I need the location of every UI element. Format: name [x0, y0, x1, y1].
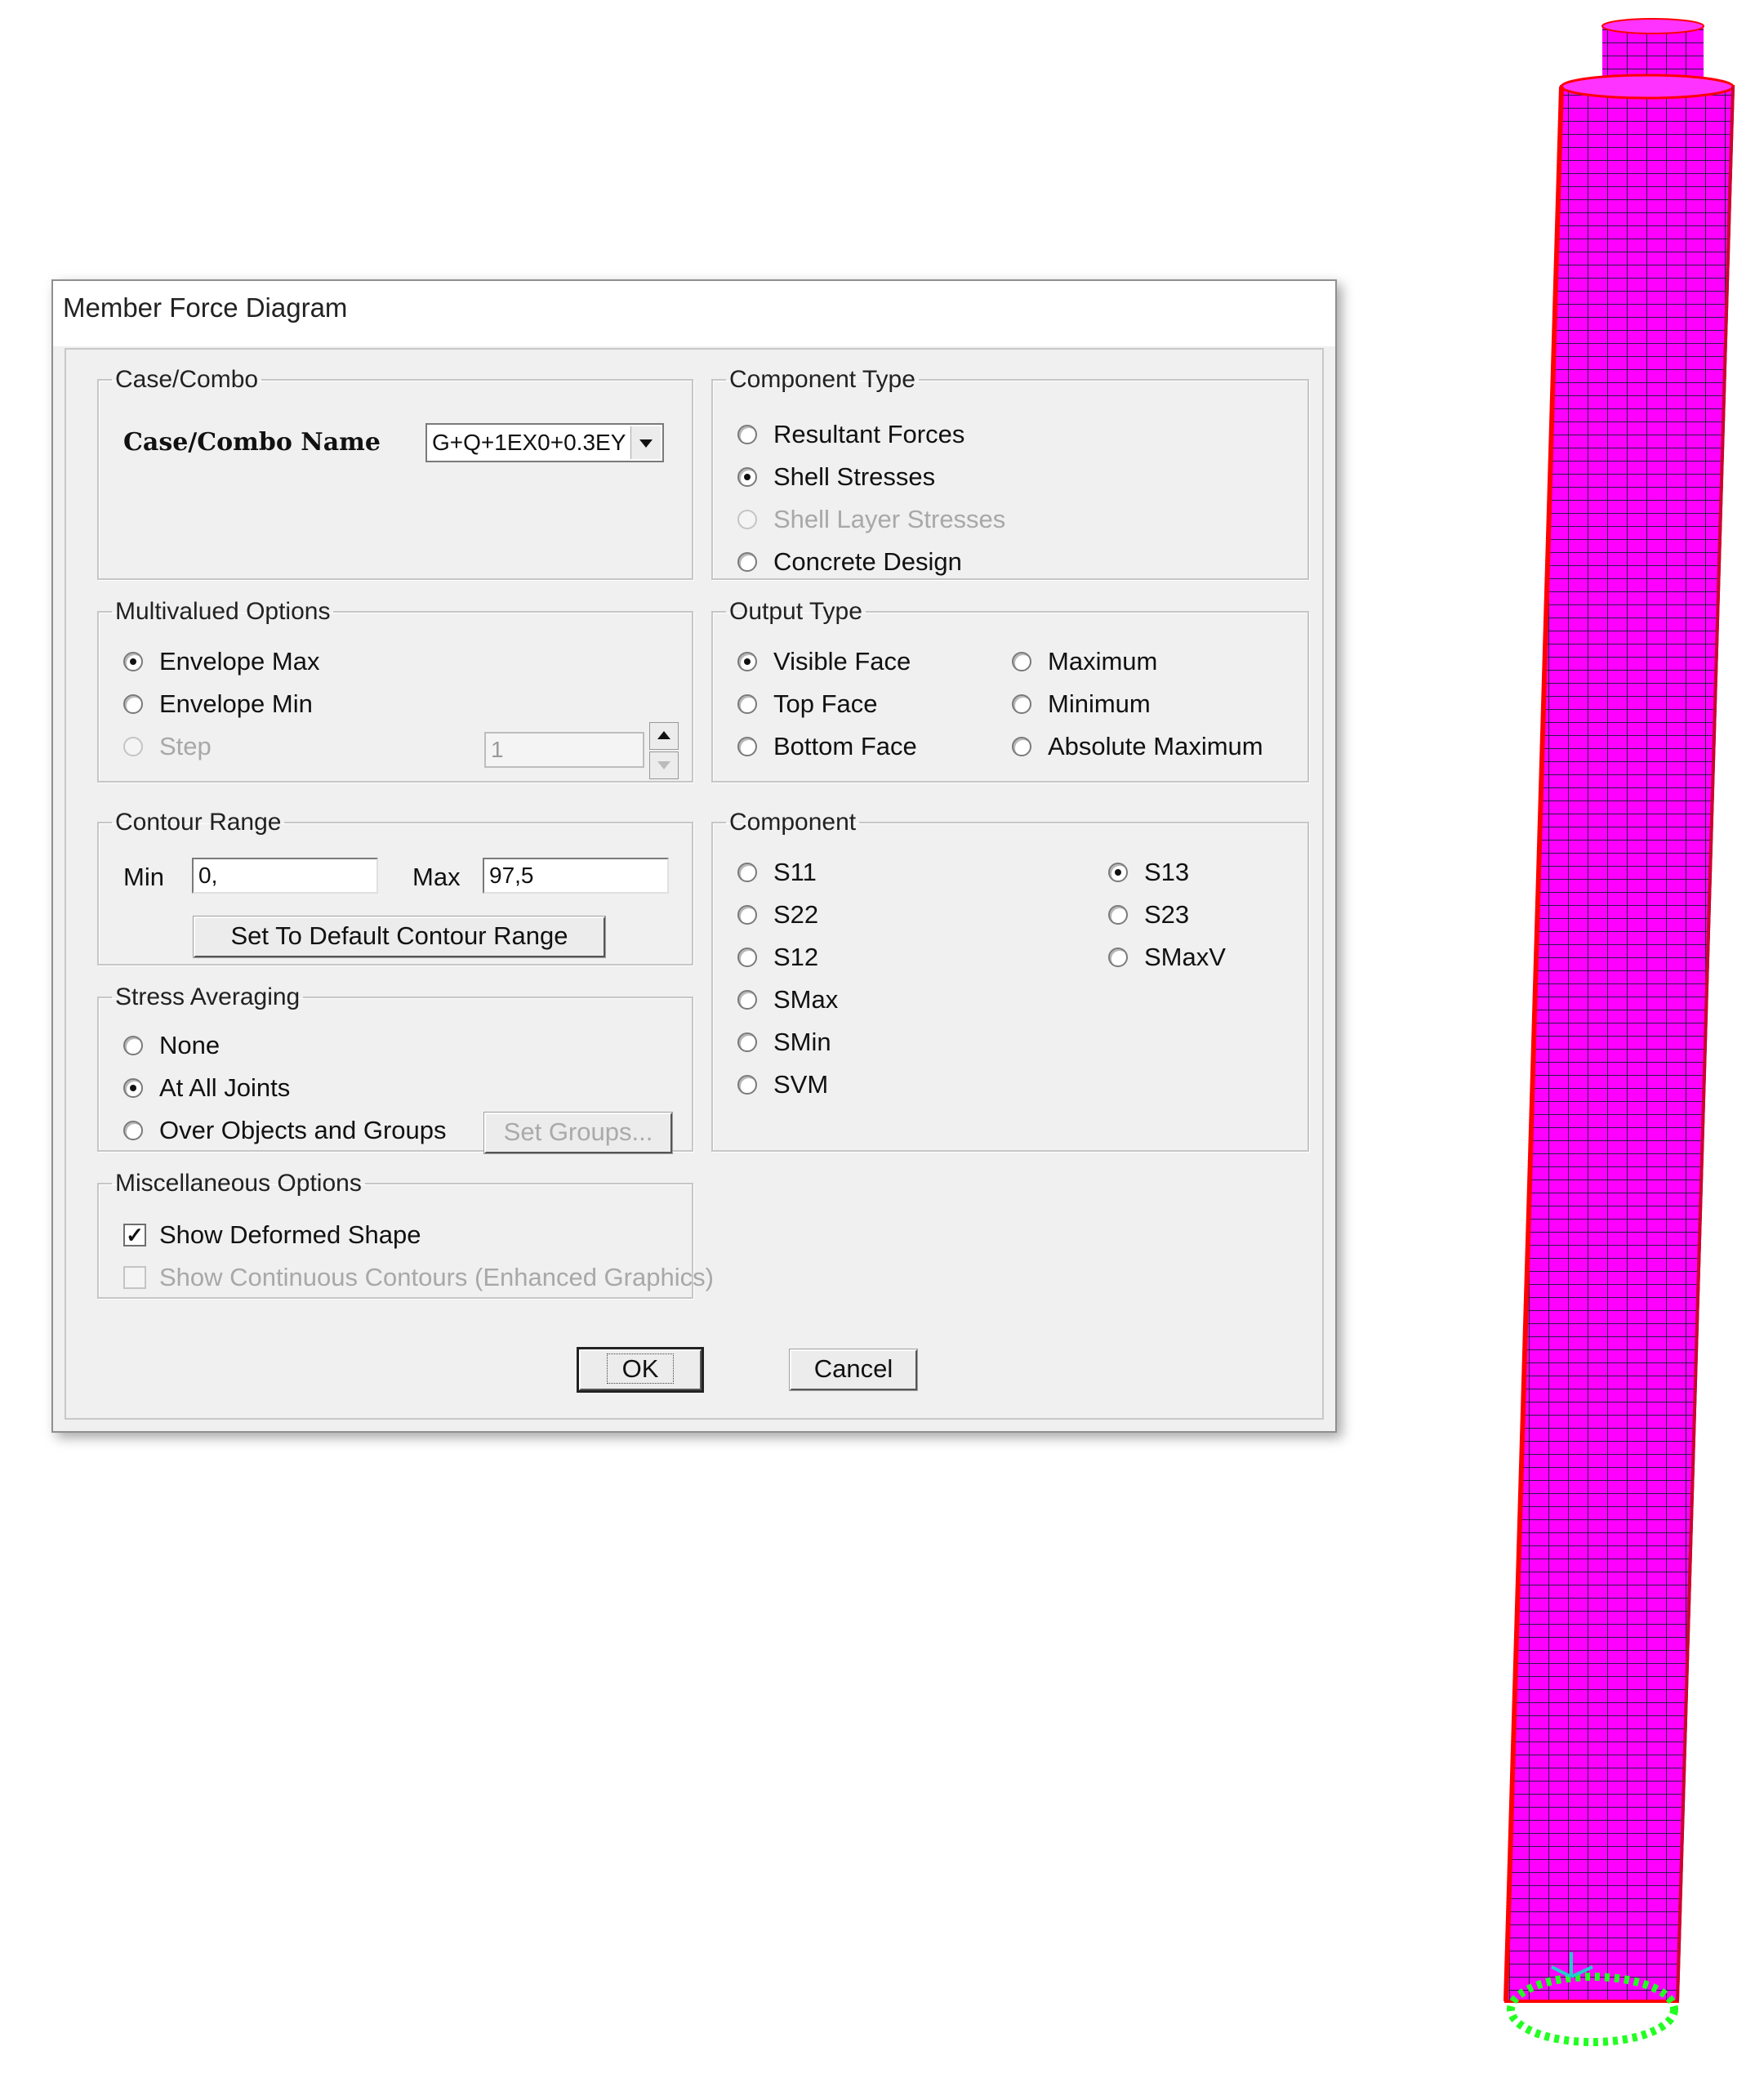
- contour-range-group: Contour Range Min 0, Max 97,5 Set To Def…: [97, 809, 693, 965]
- label-show-deformed-shape: Show Deformed Shape: [159, 1220, 421, 1249]
- output-type-legend: Output Type: [729, 598, 862, 625]
- label-over-objects-and-groups: Over Objects and Groups: [159, 1116, 447, 1144]
- radio-shell-stresses[interactable]: [737, 467, 757, 487]
- radio-smaxv[interactable]: [1108, 948, 1128, 967]
- label-at-all-joints: At All Joints: [159, 1073, 291, 1102]
- radio-at-all-joints[interactable]: [123, 1078, 143, 1098]
- step-input: 1: [484, 732, 644, 768]
- label-shell-stresses: Shell Stresses: [773, 462, 936, 491]
- label-show-continuous-contours: Show Continuous Contours (Enhanced Graph…: [159, 1263, 714, 1291]
- title-bar[interactable]: Member Force Diagram: [53, 281, 1335, 346]
- chevron-down-icon[interactable]: [630, 426, 661, 459]
- radio-visible-face[interactable]: [737, 652, 757, 671]
- label-svm: SVM: [773, 1070, 829, 1099]
- ok-button-label: OK: [606, 1353, 675, 1384]
- min-label: Min: [123, 863, 164, 891]
- radio-envelope-max[interactable]: [123, 652, 143, 671]
- stress-averaging-legend: Stress Averaging: [115, 983, 301, 1010]
- set-groups-button: Set Groups...: [483, 1112, 673, 1154]
- label-s13: S13: [1144, 858, 1190, 886]
- radio-step: [123, 737, 143, 756]
- case-combo-group: Case/Combo Case/Combo Name G+Q+1EX0+0.3E…: [97, 366, 693, 580]
- radio-shell-layer-stresses: [737, 510, 757, 529]
- window-title: Member Force Diagram: [63, 292, 348, 323]
- radio-resultant-forces[interactable]: [737, 425, 757, 444]
- case-combo-name-label: Case/Combo Name: [123, 428, 381, 457]
- radio-over-objects-and-groups[interactable]: [123, 1121, 143, 1140]
- top-cap: [1601, 18, 1704, 34]
- step-spinner: [649, 722, 679, 779]
- label-resultant-forces: Resultant Forces: [773, 420, 965, 448]
- label-maximum: Maximum: [1048, 647, 1158, 676]
- label-envelope-min: Envelope Min: [159, 689, 313, 718]
- label-smin: SMin: [773, 1028, 831, 1056]
- component-group: Component S11 S22 S12 SMax SMin SVM S13 …: [711, 809, 1309, 1152]
- radio-minimum[interactable]: [1012, 694, 1031, 714]
- label-smaxv: SMaxV: [1144, 943, 1226, 971]
- multivalued-options-legend: Multivalued Options: [115, 598, 331, 625]
- output-type-group: Output Type Visible Face Top Face Bottom…: [711, 598, 1309, 783]
- radio-smin[interactable]: [737, 1032, 757, 1052]
- member-force-diagram-dialog: Member Force Diagram Case/Combo Case/Com…: [51, 279, 1337, 1433]
- contour-min-input[interactable]: 0,: [192, 858, 378, 894]
- label-visible-face: Visible Face: [773, 647, 911, 676]
- miscellaneous-options-legend: Miscellaneous Options: [115, 1170, 362, 1197]
- set-default-contour-range-button[interactable]: Set To Default Contour Range: [193, 916, 606, 958]
- show-continuous-contours-checkbox: [123, 1266, 146, 1289]
- component-type-group: Component Type Resultant Forces Shell St…: [711, 366, 1309, 580]
- miscellaneous-options-group: Miscellaneous Options ✓ Show Deformed Sh…: [97, 1170, 714, 1299]
- label-none: None: [159, 1031, 220, 1059]
- main-shell-mesh: [1503, 85, 1735, 2003]
- label-absolute-maximum: Absolute Maximum: [1048, 732, 1263, 760]
- case-combo-selected-value: G+Q+1EX0+0.3EY: [432, 430, 626, 455]
- radio-smax[interactable]: [737, 990, 757, 1010]
- label-smax: SMax: [773, 985, 839, 1014]
- column-main-shell: [1503, 74, 1735, 2003]
- label-s12: S12: [773, 943, 819, 971]
- stress-averaging-group: Stress Averaging None At All Joints Over…: [97, 983, 693, 1154]
- column-top-segment: [1601, 18, 1704, 82]
- radio-top-face[interactable]: [737, 694, 757, 714]
- component-type-legend: Component Type: [729, 366, 915, 393]
- radio-s13[interactable]: [1108, 863, 1128, 882]
- label-step: Step: [159, 732, 212, 760]
- contour-max-input[interactable]: 97,5: [483, 858, 669, 894]
- radio-bottom-face[interactable]: [737, 737, 757, 756]
- case-combo-legend: Case/Combo: [115, 366, 259, 393]
- radio-maximum[interactable]: [1012, 652, 1031, 671]
- label-s22: S22: [773, 900, 819, 929]
- label-concrete-design: Concrete Design: [773, 547, 962, 576]
- max-label: Max: [412, 863, 461, 891]
- component-legend: Component: [729, 809, 857, 836]
- column-model-view[interactable]: [1470, 16, 1748, 2075]
- spin-up-icon: [649, 722, 679, 750]
- radio-s22[interactable]: [737, 905, 757, 925]
- radio-s12[interactable]: [737, 948, 757, 967]
- contour-range-legend: Contour Range: [115, 809, 282, 836]
- radio-none[interactable]: [123, 1036, 143, 1055]
- radio-concrete-design[interactable]: [737, 552, 757, 572]
- label-envelope-max: Envelope Max: [159, 647, 320, 676]
- dialog-client-area: Case/Combo Case/Combo Name G+Q+1EX0+0.3E…: [65, 348, 1324, 1420]
- radio-s11[interactable]: [737, 863, 757, 882]
- main-shell-top-cap: [1560, 74, 1735, 100]
- label-shell-layer-stresses: Shell Layer Stresses: [773, 505, 1006, 533]
- case-combo-select[interactable]: G+Q+1EX0+0.3EY: [425, 423, 664, 462]
- label-minimum: Minimum: [1048, 689, 1151, 718]
- label-bottom-face: Bottom Face: [773, 732, 917, 760]
- show-deformed-shape-checkbox[interactable]: ✓: [123, 1224, 146, 1246]
- multivalued-options-group: Multivalued Options Envelope Max Envelop…: [97, 598, 693, 783]
- label-s23: S23: [1144, 900, 1190, 929]
- spin-down-icon: [649, 751, 679, 779]
- label-top-face: Top Face: [773, 689, 878, 718]
- cancel-button[interactable]: Cancel: [789, 1349, 918, 1391]
- radio-absolute-maximum[interactable]: [1012, 737, 1031, 756]
- radio-envelope-min[interactable]: [123, 694, 143, 714]
- ok-button[interactable]: OK: [577, 1347, 704, 1393]
- radio-svm[interactable]: [737, 1075, 757, 1095]
- label-s11: S11: [773, 858, 817, 886]
- radio-s23[interactable]: [1108, 905, 1128, 925]
